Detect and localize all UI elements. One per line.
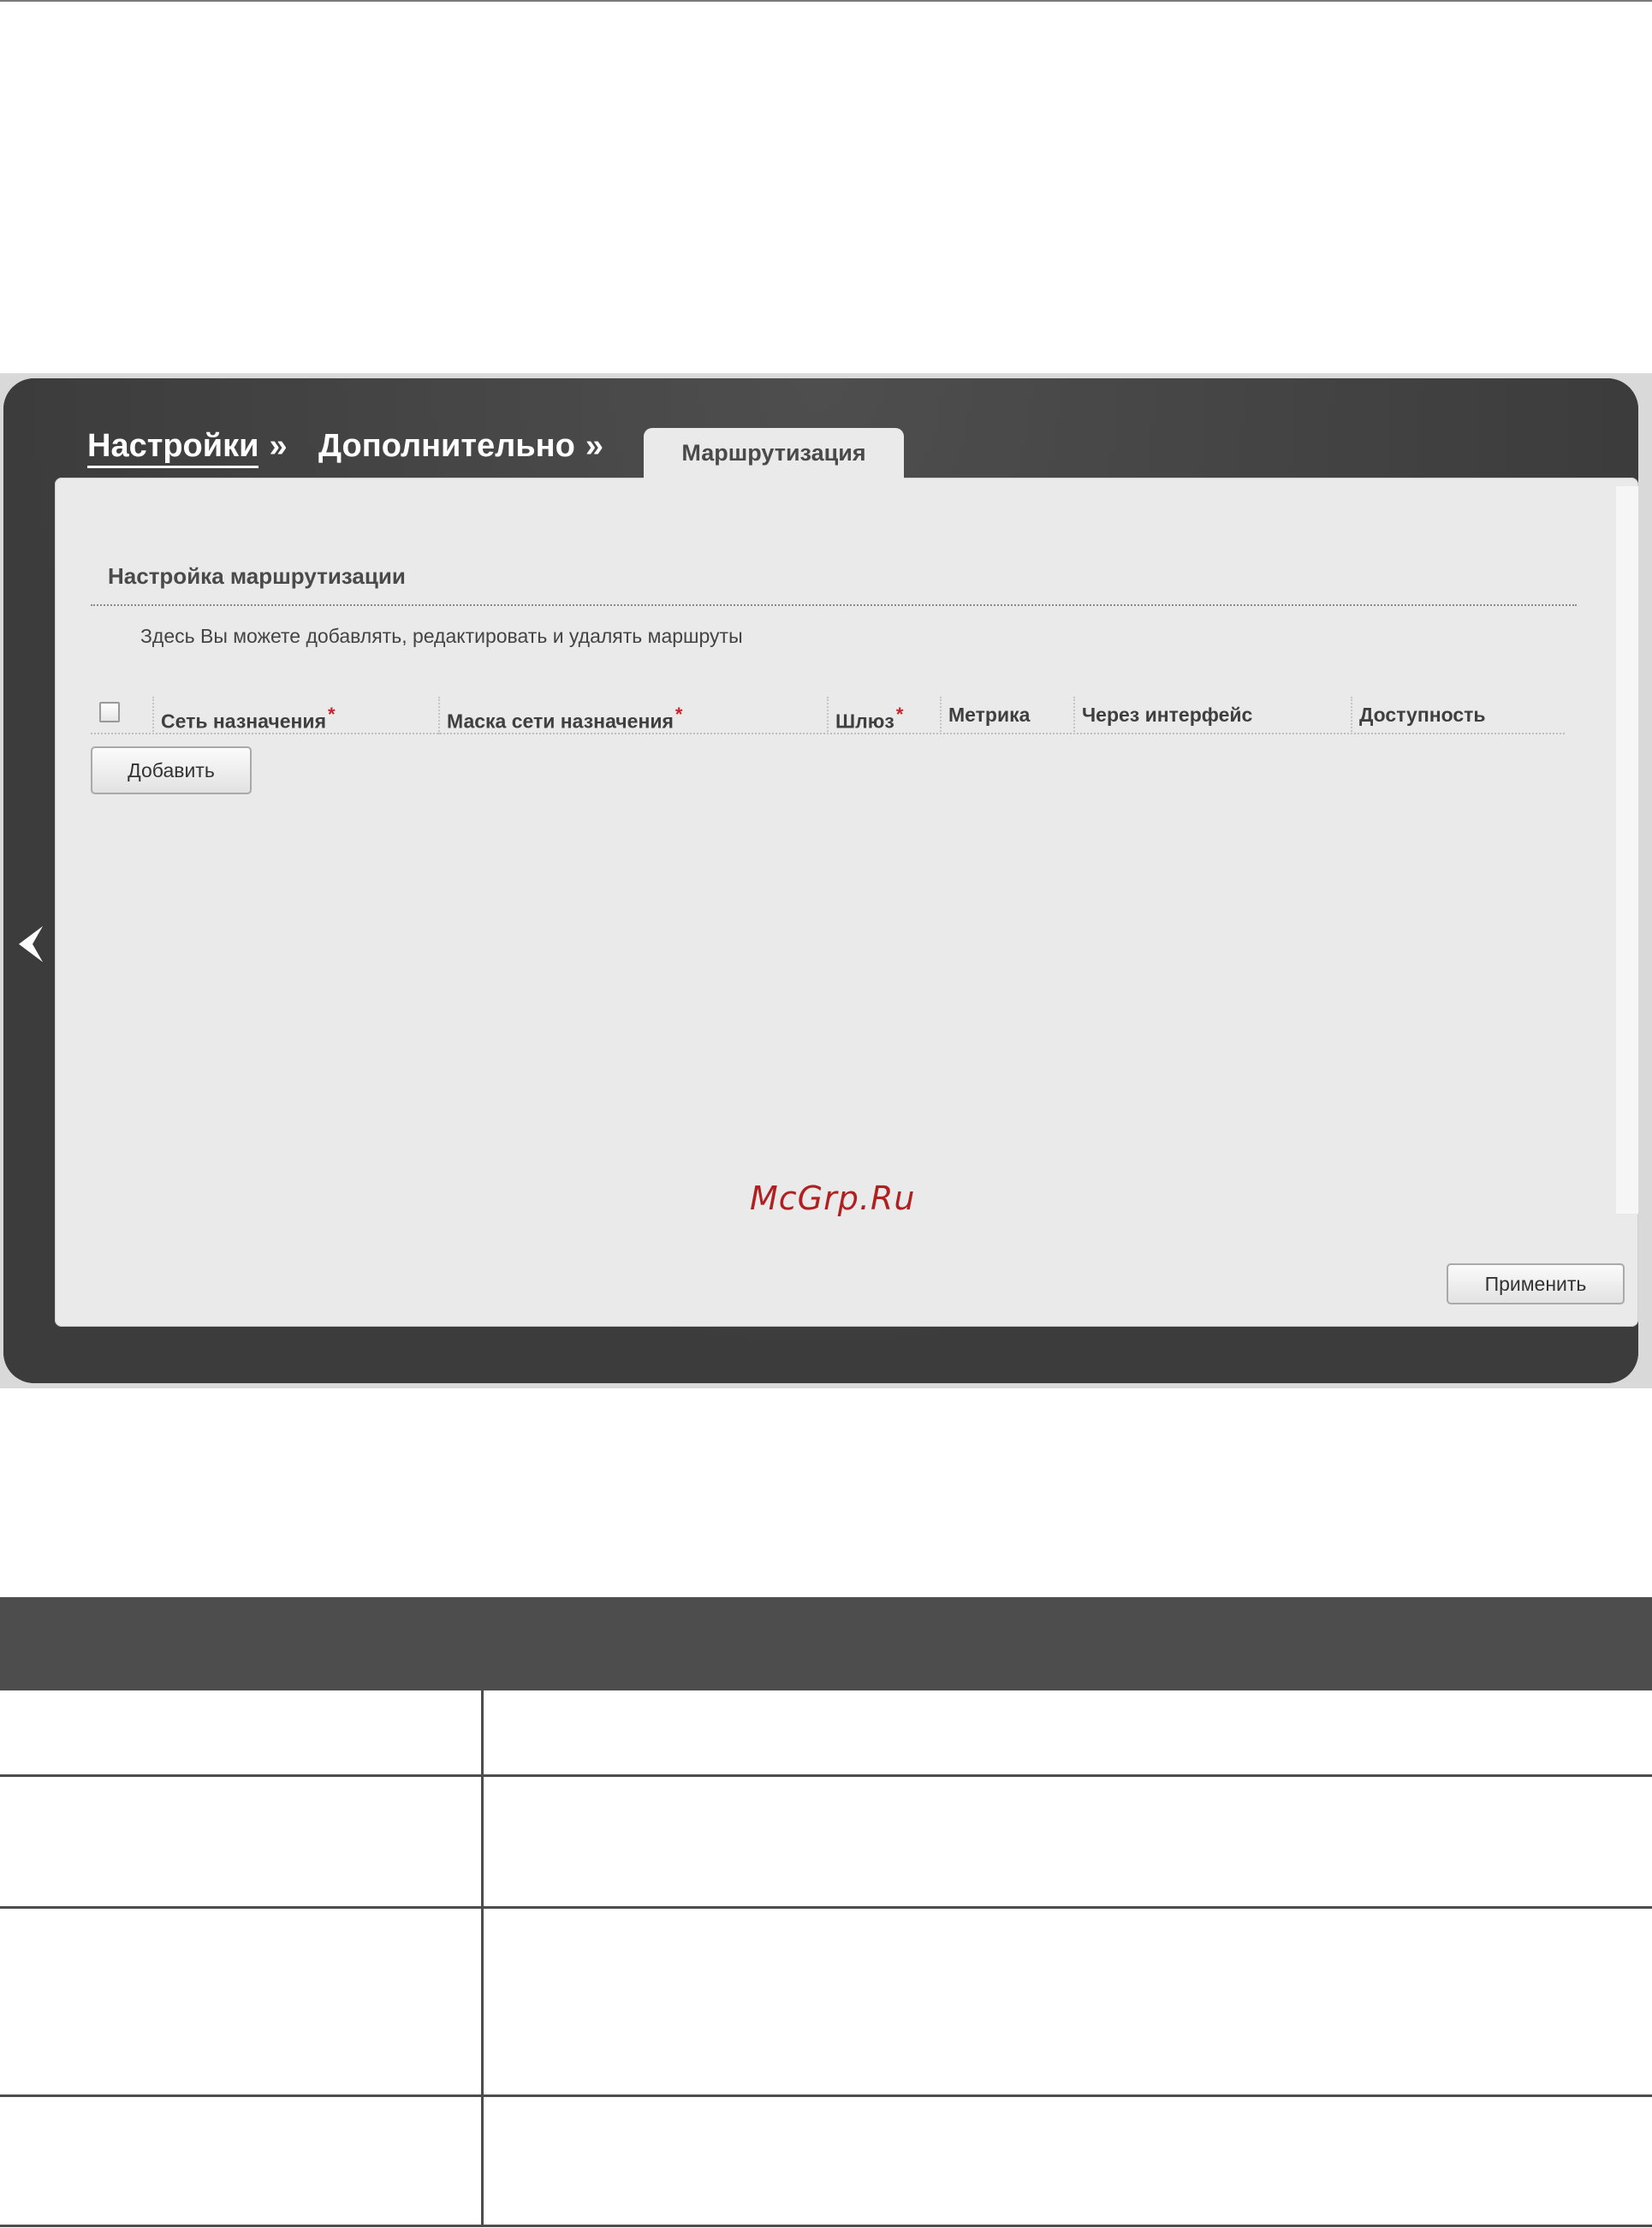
table-cell	[0, 1909, 484, 2094]
breadcrumb-item-settings[interactable]: Настройки »	[87, 428, 288, 468]
document-parameters-table	[0, 1597, 1652, 2227]
table-cell	[484, 1909, 1652, 2094]
section-divider	[91, 604, 1577, 606]
column-divider	[827, 697, 829, 734]
content-panel: Настройка маршрутизации Здесь Вы можете …	[55, 478, 1638, 1327]
router-ui-screenshot: Настройки » Дополнительно » Настройка марш…	[0, 373, 1652, 1388]
select-all-checkbox[interactable]	[99, 702, 120, 722]
table-cell	[0, 1690, 484, 1774]
column-divider	[1073, 697, 1075, 734]
web-interface-frame: Настройки » Дополнительно » Настройка марш…	[3, 378, 1638, 1383]
column-availability: Доступность	[1359, 704, 1486, 727]
column-divider	[940, 697, 942, 734]
column-label: Доступность	[1359, 704, 1486, 726]
column-divider	[152, 697, 154, 734]
column-label: Маска сети назначения	[447, 710, 674, 733]
column-label: Сеть назначения	[161, 710, 326, 733]
breadcrumb-separator: »	[585, 428, 603, 464]
column-label: Шлюз	[835, 710, 894, 733]
column-interface: Через интерфейс	[1082, 704, 1252, 727]
add-button[interactable]: Добавить	[91, 746, 252, 794]
apply-button[interactable]: Применить	[1447, 1263, 1625, 1304]
required-mark: *	[328, 704, 336, 725]
page-top-rule	[0, 0, 1652, 2]
column-gateway: Шлюз*	[835, 704, 903, 734]
breadcrumb-label[interactable]: Дополнительно	[318, 428, 575, 464]
breadcrumb-link[interactable]: Настройки	[87, 428, 259, 468]
section-title: Настройка маршрутизации	[108, 563, 406, 589]
required-mark: *	[674, 704, 683, 725]
table-row	[0, 1688, 1652, 1777]
table-cell	[0, 2097, 484, 2225]
table-row	[0, 2097, 1652, 2227]
section-description: Здесь Вы можете добавлять, редактировать…	[140, 625, 743, 647]
breadcrumb-separator: »	[269, 428, 288, 464]
table-row	[0, 1777, 1652, 1909]
required-mark: *	[895, 704, 904, 725]
routes-table-header: Сеть назначения* Маска сети назначения* …	[91, 692, 1565, 734]
tab-routing[interactable]: Маршрутизация	[644, 428, 904, 481]
table-cell	[484, 1777, 1652, 1906]
doc-table-header	[0, 1597, 1652, 1688]
table-row	[0, 1909, 1652, 2097]
column-label: Через интерфейс	[1082, 704, 1253, 726]
column-divider	[438, 697, 440, 734]
chevron-left-icon[interactable]	[14, 923, 48, 965]
column-divider	[1351, 697, 1352, 734]
column-destination-mask: Маска сети назначения*	[447, 704, 682, 734]
column-destination-network: Сеть назначения*	[161, 704, 336, 734]
panel-edge	[1616, 486, 1638, 1214]
table-cell	[484, 1690, 1652, 1774]
breadcrumb-item-advanced[interactable]: Дополнительно »	[318, 428, 603, 465]
table-cell	[0, 1777, 484, 1906]
column-label: Метрика	[948, 704, 1031, 726]
table-cell	[484, 2097, 1652, 2225]
watermark-text: McGrp.Ru	[750, 1179, 916, 1217]
column-metric: Метрика	[948, 704, 1030, 727]
